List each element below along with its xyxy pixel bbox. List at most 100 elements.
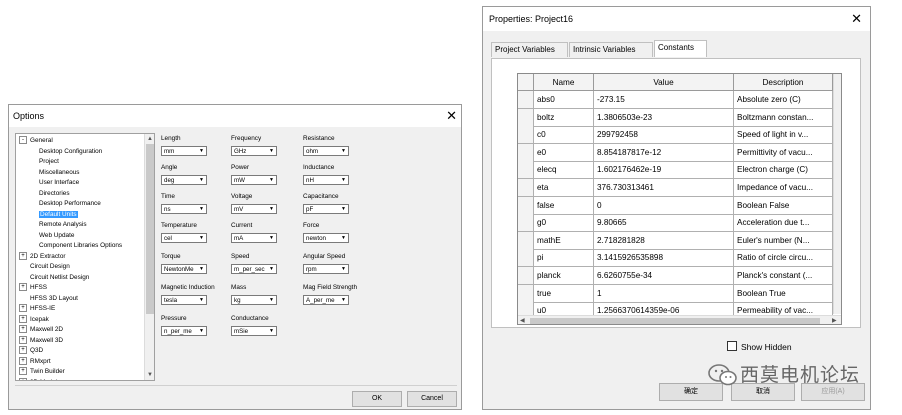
dropdown-arrow-icon[interactable]: ▼ <box>340 206 347 212</box>
expand-icon[interactable]: + <box>19 283 27 292</box>
column-header-value[interactable]: Value <box>594 74 734 91</box>
unit-select[interactable]: ohm ▼ <box>303 146 349 156</box>
dropdown-arrow-icon[interactable]: ▼ <box>268 177 275 183</box>
expand-icon[interactable]: + <box>19 377 27 380</box>
dropdown-arrow-icon[interactable]: ▼ <box>340 266 347 272</box>
unit-select[interactable]: A_per_me ▼ <box>303 295 349 305</box>
cell-description[interactable]: Boolean False <box>734 196 833 215</box>
unit-select[interactable]: m_per_sec ▼ <box>231 264 277 274</box>
unit-select[interactable]: tesla ▼ <box>161 295 207 305</box>
options-cancel-button[interactable]: Cancel <box>407 391 457 407</box>
tree-item[interactable]: +2D Extractor <box>19 251 66 262</box>
table-row[interactable]: elecq 1.602176462e-19 Electron charge (C) <box>518 161 841 180</box>
tree-item[interactable]: + HFSS <box>19 283 47 293</box>
tree-item[interactable]: Desktop Performance <box>39 199 101 209</box>
row-selector[interactable] <box>518 196 534 215</box>
cell-name[interactable]: true <box>534 284 594 303</box>
column-header-description[interactable]: Description <box>734 74 833 91</box>
cell-description[interactable]: Acceleration due t... <box>734 214 833 233</box>
table-row[interactable]: mathE 2.718281828 Euler's number (N... <box>518 231 841 250</box>
tree-item[interactable]: Directories <box>39 189 70 199</box>
cell-name[interactable]: elecq <box>534 161 594 180</box>
cell-name[interactable]: g0 <box>534 214 594 233</box>
cell-name[interactable]: pi <box>534 249 594 268</box>
dropdown-arrow-icon[interactable]: ▼ <box>198 235 205 241</box>
unit-select[interactable]: mW ▼ <box>231 175 277 185</box>
scroll-left-icon[interactable]: ◀ <box>520 317 525 324</box>
dropdown-arrow-icon[interactable]: ▼ <box>198 148 205 154</box>
cell-name[interactable]: abs0 <box>534 91 594 109</box>
tree-item[interactable]: - General <box>19 136 53 146</box>
dropdown-arrow-icon[interactable]: ▼ <box>198 177 205 183</box>
dropdown-arrow-icon[interactable]: ▼ <box>268 328 275 334</box>
unit-select[interactable]: nH ▼ <box>303 175 349 185</box>
cell-value[interactable]: 299792458 <box>594 126 734 145</box>
tree-item[interactable]: Circuit Netlist Design <box>30 273 89 283</box>
unit-select[interactable]: GHz ▼ <box>231 146 277 156</box>
expand-icon[interactable]: + <box>19 356 27 365</box>
tree-item[interactable]: + Twin Builder <box>19 367 65 377</box>
cell-name[interactable]: mathE <box>534 231 594 250</box>
table-row[interactable]: e0 8.854187817e-12 Permittivity of vacu... <box>518 143 841 162</box>
tree-item[interactable]: Miscellaneous <box>39 168 80 178</box>
tab-intrinsic-variables[interactable]: Intrinsic Variables <box>569 42 653 57</box>
table-row[interactable]: g0 9.80665 Acceleration due t... <box>518 214 841 233</box>
tree-item[interactable]: + HFSS-IE <box>19 304 55 314</box>
unit-select[interactable]: cel ▼ <box>161 233 207 243</box>
cell-description[interactable]: Boltzmann constan... <box>734 108 833 127</box>
tree-item[interactable]: Project <box>39 157 59 167</box>
row-selector[interactable] <box>518 91 534 109</box>
cell-value[interactable]: 6.6260755e-34 <box>594 267 734 285</box>
tree-item[interactable]: + Icepak <box>19 314 49 325</box>
cell-value[interactable]: 8.854187817e-12 <box>594 143 734 162</box>
table-row[interactable]: pi 3.1415926535898 Ratio of circle circu..… <box>518 249 841 268</box>
unit-select[interactable]: deg ▼ <box>161 175 207 185</box>
dropdown-arrow-icon[interactable]: ▼ <box>268 297 275 303</box>
unit-select[interactable]: mSie ▼ <box>231 326 277 336</box>
dropdown-arrow-icon[interactable]: ▼ <box>198 328 205 334</box>
cell-description[interactable]: Absolute zero (C) <box>734 91 833 109</box>
dropdown-arrow-icon[interactable]: ▼ <box>198 297 205 303</box>
table-horizontal-scrollbar[interactable]: ◀ ▶ <box>518 315 841 324</box>
cell-value[interactable]: 1.3806503e-23 <box>594 108 734 127</box>
tab-constants[interactable]: Constants <box>654 40 707 57</box>
collapse-icon[interactable]: - <box>19 136 27 145</box>
tree-item[interactable]: Web Update <box>39 231 74 241</box>
row-selector[interactable] <box>518 143 534 162</box>
unit-select[interactable]: n_per_me ▼ <box>161 326 207 336</box>
cell-description[interactable]: Ratio of circle circu... <box>734 249 833 268</box>
tab-project-variables[interactable]: Project Variables <box>491 42 568 57</box>
unit-select[interactable]: kg ▼ <box>231 295 277 305</box>
tree-scroll-thumb[interactable] <box>146 144 154 314</box>
checkbox-box[interactable] <box>727 341 737 351</box>
cell-value[interactable]: -273.15 <box>594 91 734 109</box>
scroll-right-icon[interactable]: ▶ <box>832 317 837 324</box>
tree-item[interactable]: Remote Analysis <box>39 220 87 230</box>
dropdown-arrow-icon[interactable]: ▼ <box>268 206 275 212</box>
dropdown-arrow-icon[interactable]: ▼ <box>268 266 275 272</box>
dropdown-arrow-icon[interactable]: ▼ <box>340 235 347 241</box>
tree-item[interactable]: + Q3D <box>19 346 43 356</box>
row-selector[interactable] <box>518 214 534 233</box>
cell-name[interactable]: eta <box>534 179 594 197</box>
expand-icon[interactable]: + <box>19 314 27 323</box>
dropdown-arrow-icon[interactable]: ▼ <box>268 148 275 154</box>
row-selector[interactable] <box>518 179 534 197</box>
cell-description[interactable]: Boolean True <box>734 284 833 303</box>
tree-item[interactable]: + RMxprt <box>19 356 51 367</box>
cell-name[interactable]: planck <box>534 267 594 285</box>
cell-name[interactable]: c0 <box>534 126 594 145</box>
scroll-down-icon[interactable]: ▼ <box>145 370 154 380</box>
tree-item[interactable]: HFSS 3D Layout <box>30 294 78 304</box>
cell-description[interactable]: Impedance of vacu... <box>734 179 833 197</box>
cell-value[interactable]: 0 <box>594 196 734 215</box>
tree-item[interactable]: Desktop Configuration <box>39 147 102 157</box>
cell-description[interactable]: Permittivity of vacu... <box>734 143 833 162</box>
row-selector[interactable] <box>518 284 534 303</box>
cell-name[interactable]: false <box>534 196 594 215</box>
expand-icon[interactable]: + <box>19 335 27 344</box>
cell-value[interactable]: 9.80665 <box>594 214 734 233</box>
options-close-icon[interactable]: ✕ <box>446 105 457 127</box>
dropdown-arrow-icon[interactable]: ▼ <box>198 206 205 212</box>
cell-description[interactable]: Speed of light in v... <box>734 126 833 145</box>
